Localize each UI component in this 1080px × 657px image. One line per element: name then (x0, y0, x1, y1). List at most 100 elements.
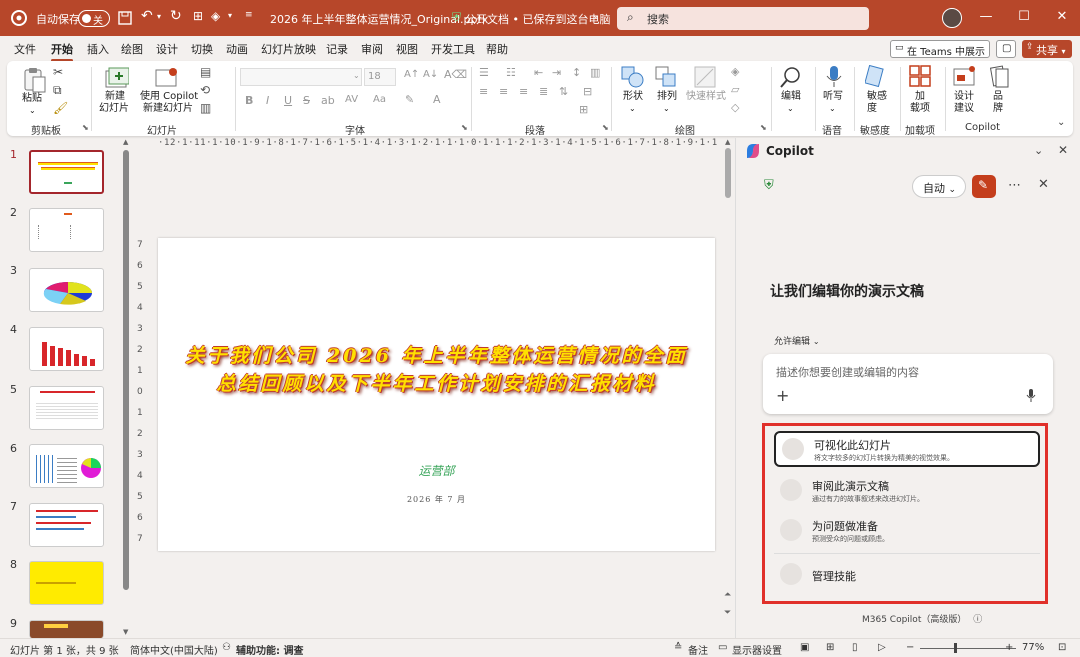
underline-icon[interactable]: U (284, 94, 292, 107)
maximize-icon[interactable]: ☐ (1016, 9, 1032, 25)
add-ins-label-2[interactable]: 载项 (910, 103, 930, 115)
comments-button[interactable]: ▢ (996, 40, 1016, 58)
minimize-icon[interactable]: — (978, 9, 994, 25)
collapse-ribbon-icon[interactable]: ⌄ (1057, 117, 1065, 128)
zoom-out-icon[interactable]: − (906, 642, 914, 653)
align-left-icon[interactable]: ≡ (479, 85, 488, 98)
text-direction-icon[interactable]: ⇅ (559, 85, 568, 98)
chevron-down-icon[interactable]: ⌄ (592, 11, 600, 21)
bold-icon[interactable]: B (245, 94, 253, 107)
tab-developer[interactable]: 开发工具 (431, 41, 475, 57)
fit-slide-icon[interactable]: ⊡ (1058, 642, 1066, 653)
info-icon[interactable]: ⓘ (973, 615, 982, 625)
thumbnail-scrollbar[interactable] (123, 150, 129, 590)
shapes-icon[interactable] (621, 66, 645, 88)
font-color-icon[interactable]: A (433, 93, 441, 106)
tab-animations[interactable]: 动画 (226, 41, 248, 57)
slide-department[interactable]: 运营部 (158, 462, 715, 479)
layout-icon[interactable]: ▤ (200, 65, 211, 79)
tab-slideshow[interactable]: 幻灯片放映 (261, 41, 316, 57)
new-slide-label-2[interactable]: 幻灯片 (99, 103, 129, 115)
designer-icon[interactable] (953, 65, 977, 89)
zoom-slider[interactable] (920, 648, 1016, 649)
font-size-dropdown[interactable]: 18 (364, 68, 396, 86)
scroll-up-icon[interactable]: ▲ (123, 138, 128, 146)
copilot-new-slide-icon[interactable] (155, 67, 179, 89)
add-ins-label-1[interactable]: 加 (915, 91, 925, 103)
tab-record[interactable]: 记录 (326, 41, 348, 57)
justify-icon[interactable]: ≣ (539, 85, 548, 98)
customize-qat-icon[interactable]: ≡ (245, 10, 253, 20)
language-status[interactable]: 简体中文(中国大陆) (130, 642, 218, 657)
chevron-down-icon[interactable]: ⌄ (1034, 144, 1043, 157)
avatar[interactable] (942, 8, 962, 28)
align-right-icon[interactable]: ≡ (519, 85, 528, 98)
align-text-icon[interactable]: ⊟ (583, 85, 592, 98)
quick-styles-label[interactable]: 快速样式 (686, 91, 726, 103)
mode-dropdown[interactable]: 自动 ⌄ (912, 175, 966, 198)
chevron-down-icon[interactable]: ⌄ (29, 105, 36, 117)
add-ins-icon[interactable] (909, 65, 931, 87)
zoom-slider-thumb[interactable] (954, 643, 957, 653)
shape-outline-icon[interactable]: ▱ (731, 83, 739, 96)
tab-design[interactable]: 设计 (156, 41, 178, 57)
canvas-scrollbar[interactable] (725, 148, 731, 198)
allow-edit-dropdown[interactable]: 允许编辑 ⌄ (774, 334, 820, 347)
reading-view-icon[interactable]: ▯ (852, 642, 858, 653)
save-icon[interactable] (118, 11, 132, 25)
copilot-new-slide-label-2[interactable]: 新建幻灯片 (143, 103, 193, 115)
increase-font-icon[interactable]: A↑ (404, 69, 419, 80)
prompt-input[interactable]: 描述你想要创建或编辑的内容 + (763, 354, 1053, 414)
brand-label-2[interactable]: 牌 (993, 103, 1003, 115)
suggestion-manage-skills[interactable]: 管理技能 (774, 558, 1040, 594)
undo-dropdown-icon[interactable]: ▾ (157, 12, 161, 21)
italic-icon[interactable]: I (266, 94, 269, 107)
new-chat-button[interactable]: ✎ (972, 175, 996, 198)
sensitivity-label-2[interactable]: 度 (867, 103, 877, 115)
chevron-down-icon[interactable]: ⌄ (629, 103, 636, 115)
quick-styles-icon[interactable] (694, 66, 718, 88)
accessibility-status[interactable]: 辅助功能: 调查 (236, 642, 303, 657)
tab-insert[interactable]: 插入 (87, 41, 109, 57)
slide-canvas[interactable]: 关于我们公司 2026 年上半年整体运营情况的全面 总结回顾以及下半年工作计划安… (158, 238, 715, 551)
next-slide-icon[interactable]: ⏷ (724, 608, 731, 618)
close-icon[interactable]: ✕ (1038, 177, 1049, 192)
shadow-icon[interactable]: ab (321, 94, 335, 107)
close-icon[interactable]: ✕ (1058, 143, 1068, 157)
slide-sorter-icon[interactable]: ⊞ (826, 642, 834, 653)
brand-label-1[interactable]: 品 (993, 91, 1003, 103)
font-name-dropdown[interactable]: ⌄ (240, 68, 362, 86)
slide-thumbnail-9[interactable] (29, 620, 104, 638)
slide-title[interactable]: 关于我们公司 2026 年上半年整体运营情况的全面 总结回顾以及下半年工作计划安… (178, 342, 695, 398)
slide-thumbnail-5[interactable] (29, 386, 104, 430)
present-in-teams-button[interactable]: ▭ 在 Teams 中展示 (890, 40, 990, 58)
new-slide-icon[interactable] (105, 67, 129, 89)
chevron-down-icon[interactable]: ⌄ (663, 103, 670, 115)
copy-icon[interactable]: ⧉ (53, 83, 62, 98)
section-icon[interactable]: ▥ (200, 101, 211, 115)
slide-thumbnail-6[interactable] (29, 444, 104, 488)
clear-format-icon[interactable]: A⌫ (444, 68, 467, 81)
dialog-launcher-icon[interactable]: ⬊ (461, 123, 468, 132)
highlight-icon[interactable]: ✎ (405, 93, 414, 106)
more-options-icon[interactable]: ⋯ (1008, 178, 1021, 193)
designer-label-2[interactable]: 建议 (954, 103, 974, 115)
format-painter-icon[interactable]: 🖌 (53, 101, 68, 115)
suggestion-review-presentation[interactable]: 审阅此演示文稿 通过有力的故事叙述来改进幻灯片。 (774, 474, 1040, 510)
shape-fill-icon[interactable]: ◈ (731, 65, 739, 78)
reset-icon[interactable]: ⟲ (200, 83, 210, 97)
slide-thumbnail-4[interactable] (29, 327, 104, 371)
slide-thumbnail-7[interactable] (29, 503, 104, 547)
slide-date[interactable]: 2026 年 7 月 (158, 494, 715, 505)
chevron-down-icon[interactable]: ⌄ (829, 103, 836, 115)
new-slide-label-1[interactable]: 新建 (105, 91, 125, 103)
shield-check-icon[interactable]: ⛨ (764, 178, 774, 193)
decrease-indent-icon[interactable]: ⇤ (534, 66, 543, 79)
strikethrough-icon[interactable]: S (303, 94, 310, 107)
dictate-label[interactable]: 听写 (823, 91, 843, 103)
find-icon[interactable] (779, 65, 803, 89)
char-spacing-icon[interactable]: AV (345, 94, 358, 105)
shape-effects-icon[interactable]: ◇ (731, 101, 739, 114)
start-from-beginning-icon[interactable]: ⊞ (193, 9, 203, 23)
redo-icon[interactable]: ↻ (170, 8, 182, 24)
